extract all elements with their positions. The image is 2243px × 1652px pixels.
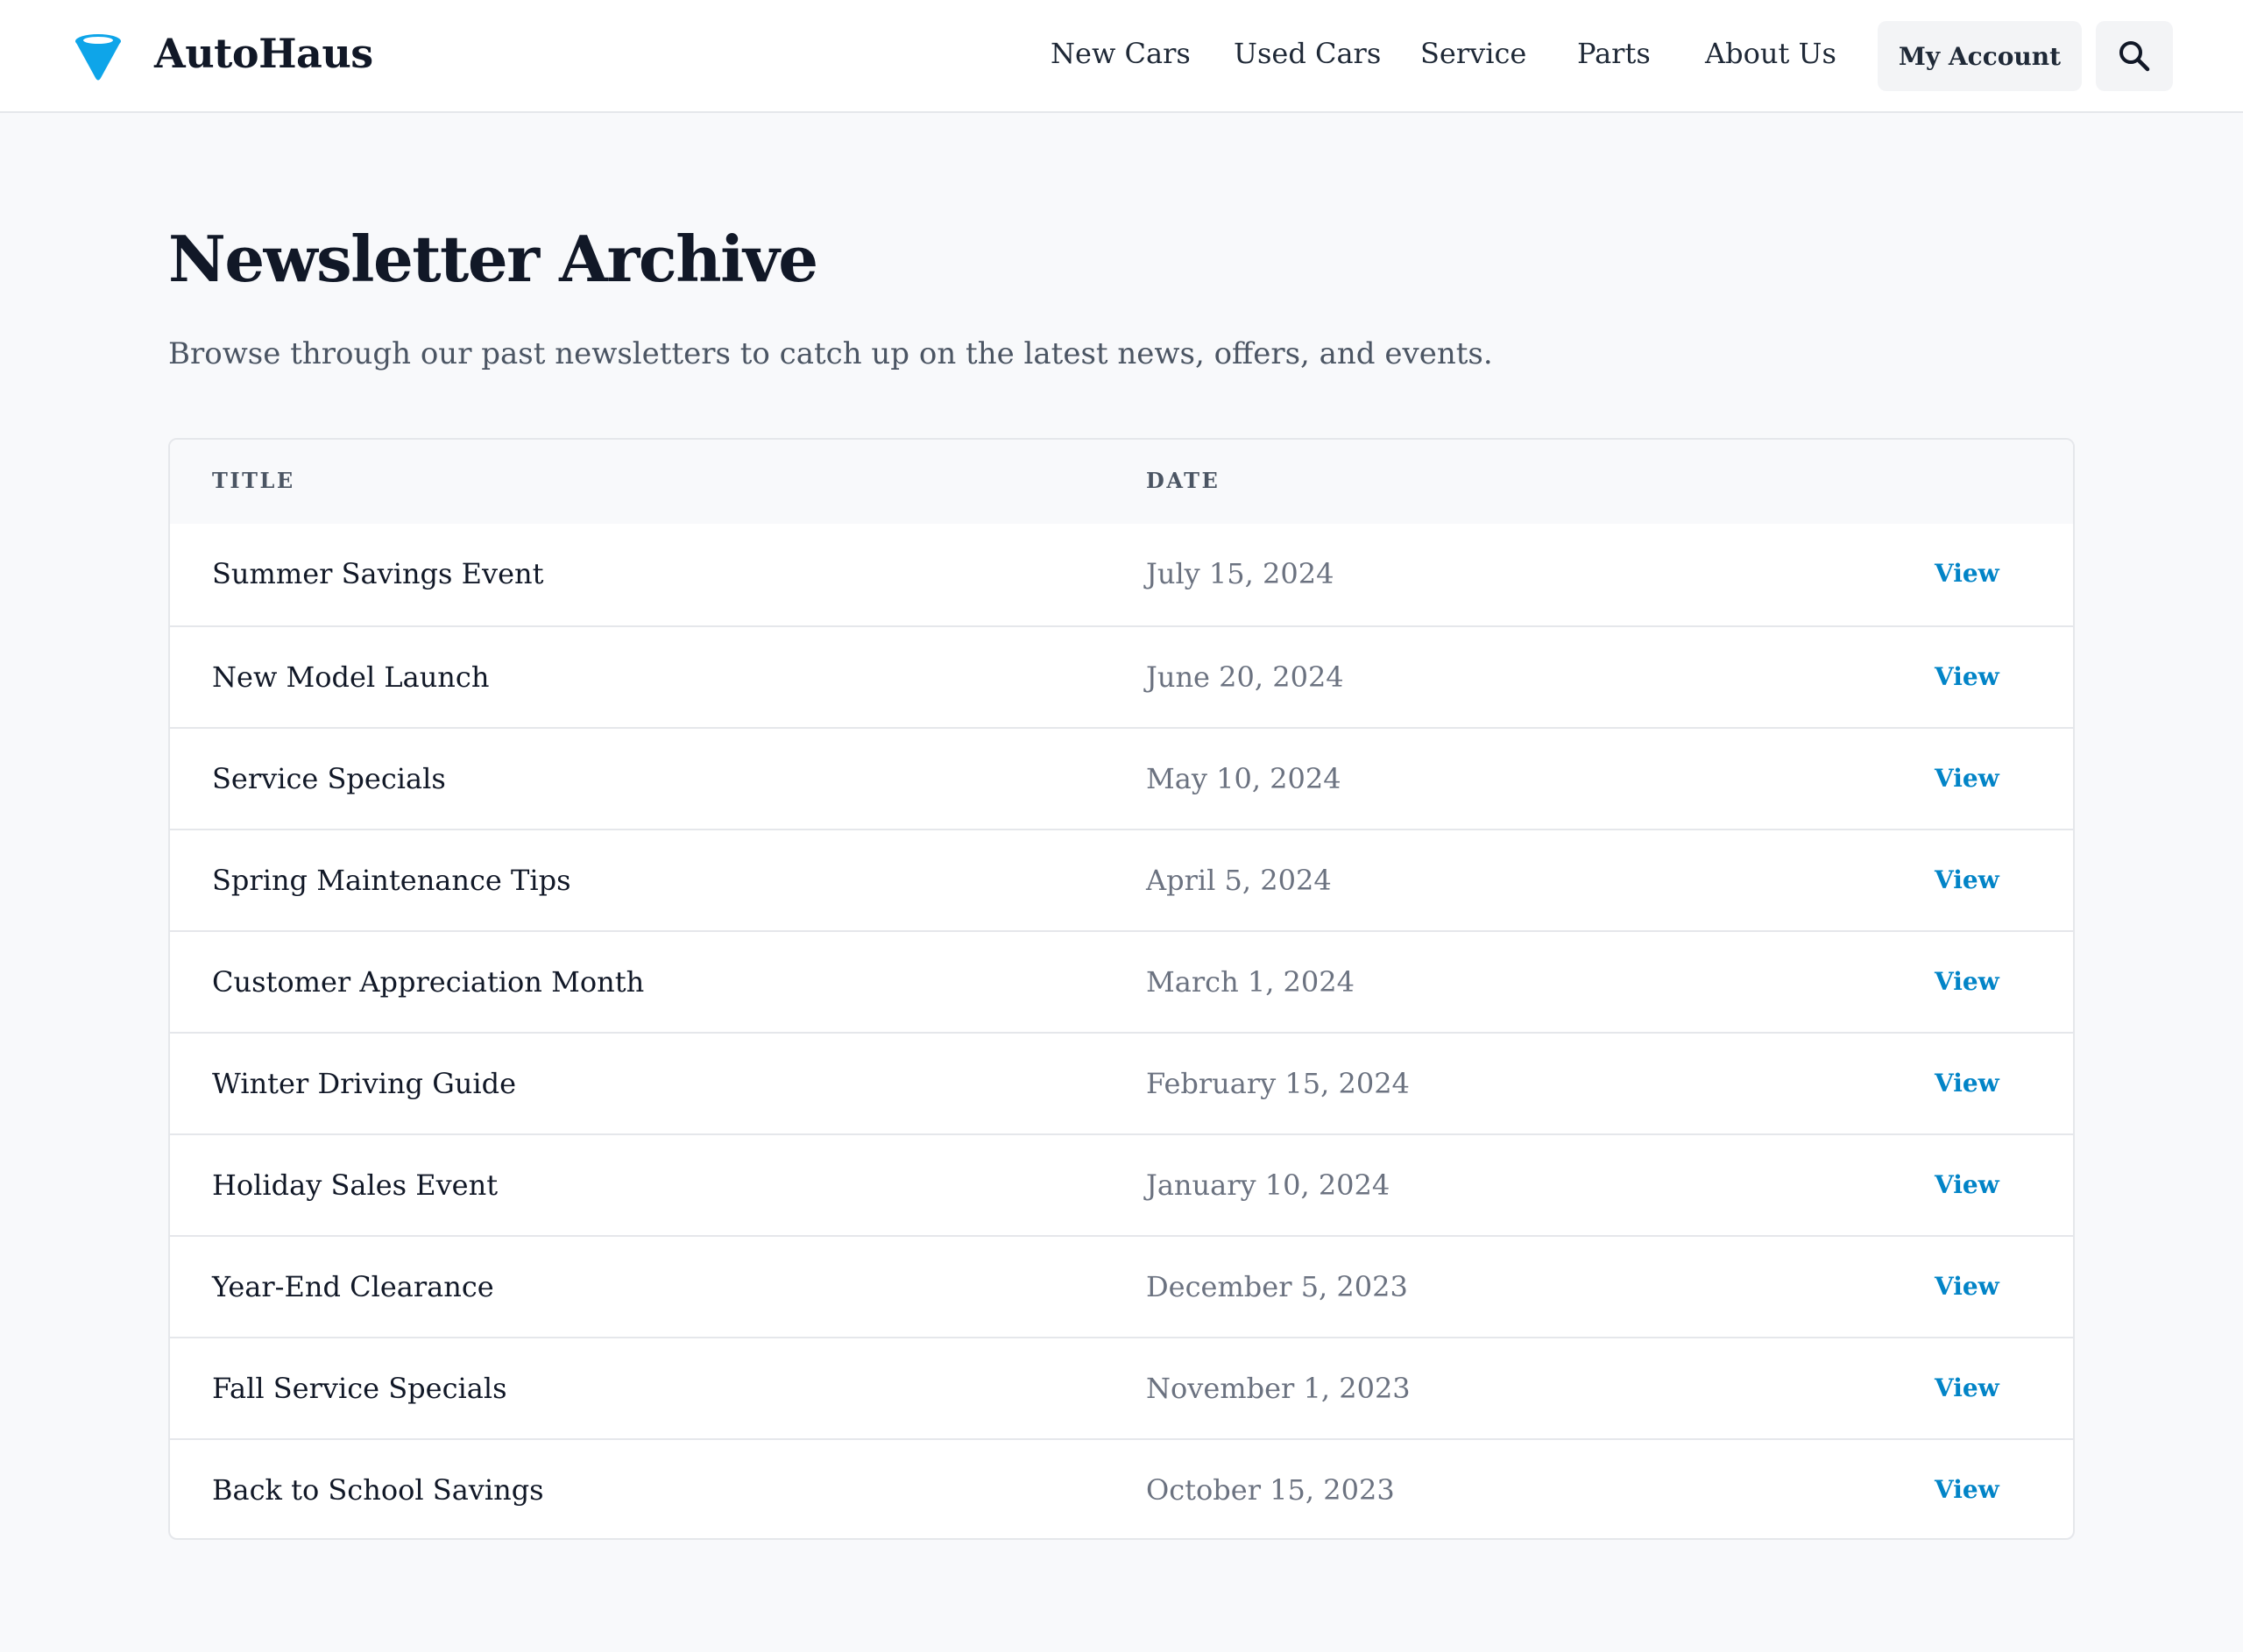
view-link[interactable]: View xyxy=(1935,860,1999,900)
newsletter-date: February 15, 2024 xyxy=(1146,1067,1410,1100)
newsletter-date: April 5, 2024 xyxy=(1146,864,1332,897)
newsletter-title: New Model Launch xyxy=(212,660,490,694)
table-header: TITLE DATE xyxy=(170,440,2073,524)
newsletter-date: January 10, 2024 xyxy=(1146,1168,1390,1202)
nav-new-cars[interactable]: New Cars xyxy=(1051,33,1191,74)
table-body: Summer Savings Event July 15, 2024 View … xyxy=(170,524,2073,1538)
table-row: Summer Savings Event July 15, 2024 View xyxy=(170,524,2073,625)
view-link[interactable]: View xyxy=(1935,962,1999,1002)
page-title: Newsletter Archive xyxy=(168,222,818,296)
column-header-title: TITLE xyxy=(212,468,295,493)
table-row: Service Specials May 10, 2024 View xyxy=(170,727,2073,829)
newsletter-title: Service Specials xyxy=(212,762,446,795)
newsletter-title: Customer Appreciation Month xyxy=(212,965,645,999)
search-icon xyxy=(2119,41,2150,72)
site-header: AutoHaus New Cars Used Cars Service Part… xyxy=(0,0,2243,113)
view-link[interactable]: View xyxy=(1935,1368,1999,1408)
search-button[interactable] xyxy=(2096,21,2173,91)
newsletter-date: March 1, 2024 xyxy=(1146,965,1355,999)
newsletter-date: June 20, 2024 xyxy=(1146,660,1344,694)
view-link[interactable]: View xyxy=(1935,554,1999,594)
table-row: Fall Service Specials November 1, 2023 V… xyxy=(170,1337,2073,1438)
newsletter-title: Back to School Savings xyxy=(212,1473,544,1507)
newsletter-title: Year-End Clearance xyxy=(212,1270,494,1303)
table-row: Spring Maintenance Tips April 5, 2024 Vi… xyxy=(170,829,2073,930)
my-account-button[interactable]: My Account xyxy=(1878,21,2082,91)
nav-service[interactable]: Service xyxy=(1420,33,1526,74)
table-row: Winter Driving Guide February 15, 2024 V… xyxy=(170,1032,2073,1133)
newsletter-title: Holiday Sales Event xyxy=(212,1168,499,1202)
view-link[interactable]: View xyxy=(1935,759,1999,799)
logo-icon[interactable] xyxy=(72,30,124,82)
newsletter-title: Spring Maintenance Tips xyxy=(212,864,571,897)
newsletter-date: May 10, 2024 xyxy=(1146,762,1341,795)
nav-about-us[interactable]: About Us xyxy=(1705,33,1836,74)
newsletter-title: Fall Service Specials xyxy=(212,1372,507,1405)
view-link[interactable]: View xyxy=(1935,1470,1999,1510)
view-link[interactable]: View xyxy=(1935,1165,1999,1205)
table-row: Customer Appreciation Month March 1, 202… xyxy=(170,930,2073,1032)
table-row: Back to School Savings October 15, 2023 … xyxy=(170,1438,2073,1538)
view-link[interactable]: View xyxy=(1935,1267,1999,1307)
newsletter-date: November 1, 2023 xyxy=(1146,1372,1411,1405)
newsletter-title: Summer Savings Event xyxy=(212,557,544,590)
newsletter-table: TITLE DATE Summer Savings Event July 15,… xyxy=(168,438,2075,1540)
nav-used-cars[interactable]: Used Cars xyxy=(1234,33,1381,74)
view-link[interactable]: View xyxy=(1935,657,1999,697)
view-link[interactable]: View xyxy=(1935,1063,1999,1104)
table-row: Year-End Clearance December 5, 2023 View xyxy=(170,1235,2073,1337)
table-row: Holiday Sales Event January 10, 2024 Vie… xyxy=(170,1133,2073,1235)
column-header-date: DATE xyxy=(1146,468,1221,493)
page-subtitle: Browse through our past newsletters to c… xyxy=(168,336,1493,371)
table-row: New Model Launch June 20, 2024 View xyxy=(170,625,2073,727)
newsletter-title: Winter Driving Guide xyxy=(212,1067,517,1100)
newsletter-date: October 15, 2023 xyxy=(1146,1473,1395,1507)
newsletter-date: July 15, 2024 xyxy=(1146,557,1334,590)
nav-parts[interactable]: Parts xyxy=(1577,33,1651,74)
brand-name[interactable]: AutoHaus xyxy=(154,26,373,81)
newsletter-date: December 5, 2023 xyxy=(1146,1270,1408,1303)
